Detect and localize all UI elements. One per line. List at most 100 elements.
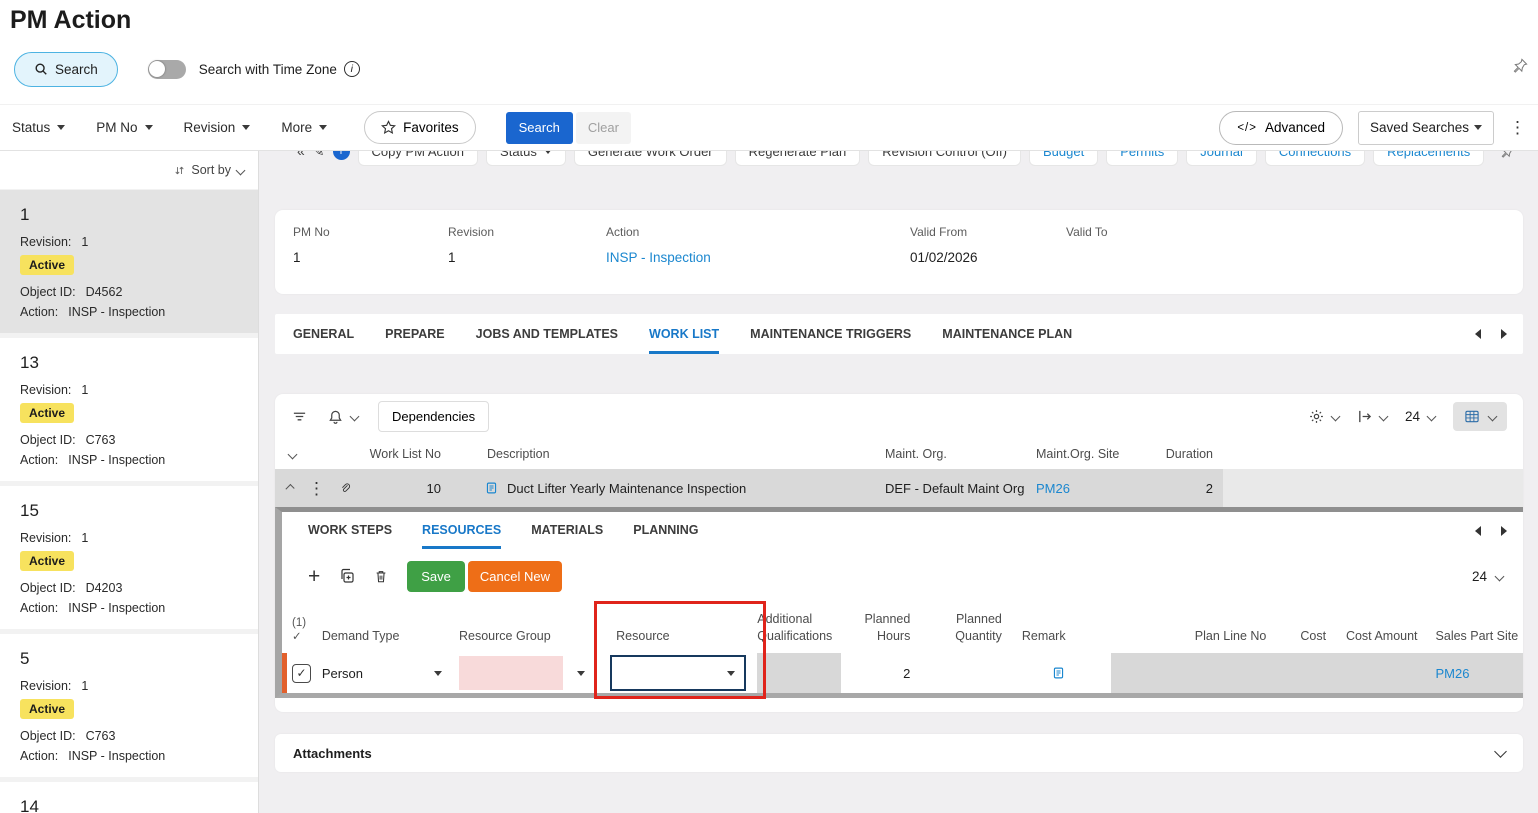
list-item[interactable]: 14 Revision:1 Active <box>0 782 258 813</box>
collapse-all-icon[interactable] <box>287 449 298 460</box>
copy-pm-action-button[interactable]: Copy PM Action <box>357 151 479 166</box>
chevron-down-icon[interactable] <box>1494 744 1507 758</box>
col-planned-quantity[interactable]: Planned Quantity <box>924 611 1012 645</box>
demand-type-select[interactable]: Person <box>322 666 442 681</box>
edit-pencil-icon[interactable]: ✎ <box>313 151 325 160</box>
search-button[interactable]: Search <box>505 111 573 144</box>
col-maint-org-site[interactable]: Maint.Org. Site <box>1036 447 1131 461</box>
export-dropdown[interactable] <box>1357 409 1389 424</box>
tab-jobs-and-templates[interactable]: JOBS AND TEMPLATES <box>476 314 618 354</box>
col-plan-line-no[interactable]: Plan Line No <box>1111 628 1278 645</box>
filter-icon[interactable] <box>291 409 308 424</box>
filter-revision[interactable]: Revision <box>184 120 251 135</box>
tab-prepare[interactable]: PREPARE <box>385 314 445 354</box>
col-maint-org[interactable]: Maint. Org. <box>881 447 1036 461</box>
info-circle-icon[interactable]: i <box>332 151 350 160</box>
replacements-link-button[interactable]: Replacements <box>1373 151 1485 166</box>
notifications-dropdown[interactable] <box>328 409 360 425</box>
saved-searches-dropdown[interactable]: Saved Searches <box>1358 110 1494 145</box>
col-work-list-no[interactable]: Work List No <box>351 447 451 461</box>
col-sales-part-site[interactable]: Sales Part Site <box>1428 628 1523 645</box>
valid-from-value: 01/02/2026 <box>910 250 978 265</box>
row-checkbox[interactable]: ✓ <box>292 663 311 683</box>
add-row-icon[interactable]: + <box>308 566 320 587</box>
delete-row-icon[interactable] <box>374 569 388 584</box>
info-icon[interactable]: i <box>343 61 360 77</box>
tab-resources[interactable]: RESOURCES <box>422 523 502 549</box>
tab-general[interactable]: GENERAL <box>293 314 354 354</box>
save-button[interactable]: Save <box>407 560 465 592</box>
paperclip-icon[interactable] <box>340 481 351 495</box>
col-additional-qualifications[interactable]: Additional Qualifications <box>757 611 840 645</box>
dependencies-button[interactable]: Dependencies <box>378 401 490 432</box>
settings-dropdown[interactable] <box>1309 409 1341 424</box>
view-mode-dropdown[interactable] <box>1453 402 1507 431</box>
resource-group-input[interactable] <box>459 656 563 690</box>
clear-button[interactable]: Clear <box>575 111 631 144</box>
note-icon[interactable] <box>485 481 498 495</box>
sales-part-site-link[interactable]: PM26 <box>1436 666 1470 681</box>
filter-pm-no[interactable]: PM No <box>96 120 153 135</box>
tabs-scroll-right-icon[interactable] <box>1501 329 1507 339</box>
tab-planning[interactable]: PLANNING <box>633 523 698 549</box>
resource-select[interactable] <box>610 655 747 691</box>
tab-maintenance-triggers[interactable]: MAINTENANCE TRIGGERS <box>750 314 911 354</box>
tab-work-steps[interactable]: WORK STEPS <box>308 523 392 549</box>
favorites-button[interactable]: Favorites <box>364 111 476 144</box>
list-item[interactable]: 5 Revision: 1 Active Object ID: C763 Actio… <box>0 634 258 777</box>
col-demand-type[interactable]: Demand Type <box>322 628 453 645</box>
col-cost[interactable]: Cost <box>1278 628 1334 645</box>
tab-work-list[interactable]: WORK LIST <box>649 314 720 354</box>
header-bar: Search Search with Time Zone i <box>14 50 360 88</box>
list-item[interactable]: 1 Revision: 1 Active Object ID: D4562 Acti… <box>0 190 258 333</box>
chevron-down-icon[interactable] <box>235 165 246 175</box>
tab-maintenance-plan[interactable]: MAINTENANCE PLAN <box>942 314 1072 354</box>
resources-row[interactable]: ✓ Person 2 PM26 <box>282 653 1523 693</box>
filter-status[interactable]: Status <box>12 120 66 135</box>
generate-work-order-button[interactable]: Generate Work Order <box>573 151 727 166</box>
col-resource-group[interactable]: Resource Group <box>453 628 598 645</box>
subtabs-scroll-left-icon[interactable] <box>1475 525 1481 536</box>
col-planned-hours[interactable]: Planned Hours <box>841 611 925 645</box>
planned-hours-value[interactable]: 2 <box>841 666 925 681</box>
maint-org-site-link[interactable]: PM26 <box>1036 481 1131 496</box>
action-link[interactable]: INSP - Inspection <box>606 250 910 265</box>
status-dropdown-button[interactable]: Status <box>486 151 566 166</box>
resources-page-size-dropdown[interactable]: 24 <box>1472 569 1505 584</box>
subtabs-scroll-right-icon[interactable] <box>1501 525 1507 536</box>
budget-link-button[interactable]: Budget <box>1028 151 1099 166</box>
kebab-menu-icon[interactable]: ⋮ <box>1509 119 1526 136</box>
col-description[interactable]: Description <box>451 447 881 461</box>
col-cost-amount[interactable]: Cost Amount <box>1334 628 1427 645</box>
connections-link-button[interactable]: Connections <box>1264 151 1366 166</box>
regenerate-plan-button[interactable]: Regenerate Plan <box>734 151 861 166</box>
journal-link-button[interactable]: Journal <box>1186 151 1257 166</box>
row-collapse-icon[interactable] <box>285 483 295 493</box>
col-remark[interactable]: Remark <box>1012 628 1111 645</box>
tabs-scroll-left-icon[interactable] <box>1475 329 1481 339</box>
advanced-search-button[interactable]: </> Advanced <box>1219 110 1343 145</box>
filter-more[interactable]: More <box>281 120 328 135</box>
sort-by-label[interactable]: Sort by <box>191 163 231 177</box>
duplicate-row-icon[interactable] <box>339 568 355 584</box>
remark-note-icon[interactable] <box>1052 666 1065 680</box>
timezone-toggle[interactable] <box>147 59 186 79</box>
attachments-title: Attachments <box>293 745 372 761</box>
pin-icon[interactable] <box>1513 58 1528 73</box>
row-menu-icon[interactable]: ⋮ <box>308 480 325 497</box>
pin-icon[interactable] <box>1501 151 1515 158</box>
page-size-dropdown[interactable]: 24 <box>1405 409 1437 424</box>
col-duration[interactable]: Duration <box>1131 447 1223 461</box>
caret-down-icon[interactable] <box>577 670 585 676</box>
search-panel-toggle-button[interactable]: Search <box>14 51 118 87</box>
revision-control-button[interactable]: Revision Control (Off) <box>868 151 1021 166</box>
list-item[interactable]: 13 Revision: 1 Active Object ID: C763 Acti… <box>0 338 258 481</box>
collapse-icon[interactable]: « <box>297 151 305 159</box>
list-item[interactable]: 15 Revision: 1 Active Object ID: D4203 Act… <box>0 486 258 629</box>
tab-materials[interactable]: MATERIALS <box>531 523 603 549</box>
col-resource[interactable]: Resource <box>598 628 757 645</box>
cancel-new-button[interactable]: Cancel New <box>467 560 562 592</box>
permits-link-button[interactable]: Permits <box>1106 151 1179 166</box>
attachments-section[interactable]: Attachments <box>275 734 1523 772</box>
work-list-row[interactable]: ⋮ 10 Duct Lifter Yearly Maintenance Insp… <box>275 469 1523 507</box>
